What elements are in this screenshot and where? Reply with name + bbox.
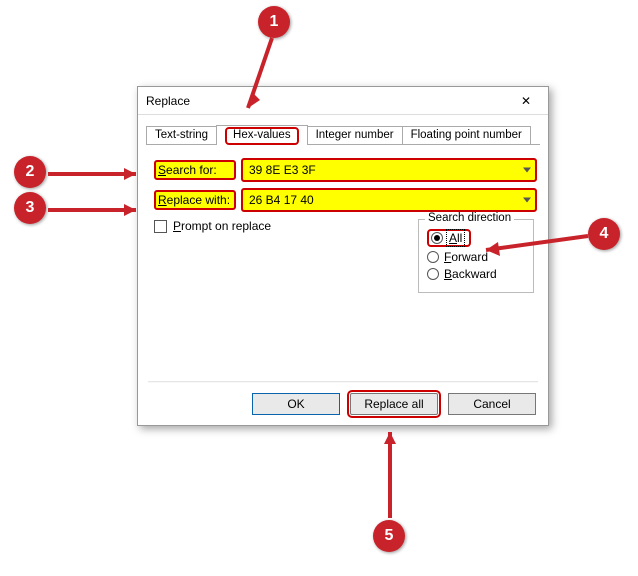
search-for-input[interactable]: 39 8E E3 3F [242,159,536,181]
search-direction-title: Search direction [425,212,514,224]
tab-hex-values[interactable]: Hex-values [216,125,308,145]
tab-floating-point[interactable]: Floating point number [402,126,531,144]
radio-forward-label: Forward [444,250,488,264]
tab-integer-number[interactable]: Integer number [307,126,403,144]
replace-with-input[interactable]: 26 B4 17 40 [242,189,536,211]
annotation-bubble-5: 5 [373,520,405,552]
radio-backward-row[interactable]: Backward [427,267,525,281]
annotation-bubble-3: 3 [14,192,46,224]
radio-all-row[interactable]: All [427,229,525,247]
titlebar[interactable]: Replace ✕ [138,87,548,115]
search-for-label: Search for: [154,160,236,180]
annotation-arrow-5 [380,418,410,528]
radio-backward[interactable] [427,268,439,280]
search-for-value: 39 8E E3 3F [249,163,316,177]
replace-dialog: Replace ✕ Text-string Hex-values Integer… [137,86,549,426]
annotation-bubble-4: 4 [588,218,620,250]
cancel-button[interactable]: Cancel [448,393,536,415]
chevron-down-icon[interactable] [523,168,531,173]
dialog-title: Replace [146,94,190,108]
ok-button[interactable]: OK [252,393,340,415]
close-icon[interactable]: ✕ [512,91,540,111]
replace-all-button[interactable]: Replace all [350,393,438,415]
radio-backward-label: Backward [444,267,497,281]
tab-strip: Text-string Hex-values Integer number Fl… [146,121,540,145]
replace-with-value: 26 B4 17 40 [249,193,314,207]
radio-forward[interactable] [427,251,439,263]
tab-text-string[interactable]: Text-string [146,126,217,144]
radio-all-label: All [448,231,463,245]
radio-all[interactable] [431,232,443,244]
search-direction-group: Search direction All Forward Backward [418,219,534,293]
chevron-down-icon[interactable] [523,198,531,203]
prompt-on-replace-label: Prompt on replace [173,219,271,233]
radio-forward-row[interactable]: Forward [427,250,525,264]
tab-hex-values-label: Hex-values [225,127,299,145]
dialog-body: Search for: 39 8E E3 3F Replace with: 26… [138,145,548,241]
separator [148,381,538,383]
annotation-bubble-1: 1 [258,6,290,38]
button-bar: OK Replace all Cancel [252,393,536,415]
annotation-bubble-2: 2 [14,156,46,188]
prompt-on-replace-checkbox[interactable] [154,220,167,233]
replace-with-label: Replace with: [154,190,236,210]
